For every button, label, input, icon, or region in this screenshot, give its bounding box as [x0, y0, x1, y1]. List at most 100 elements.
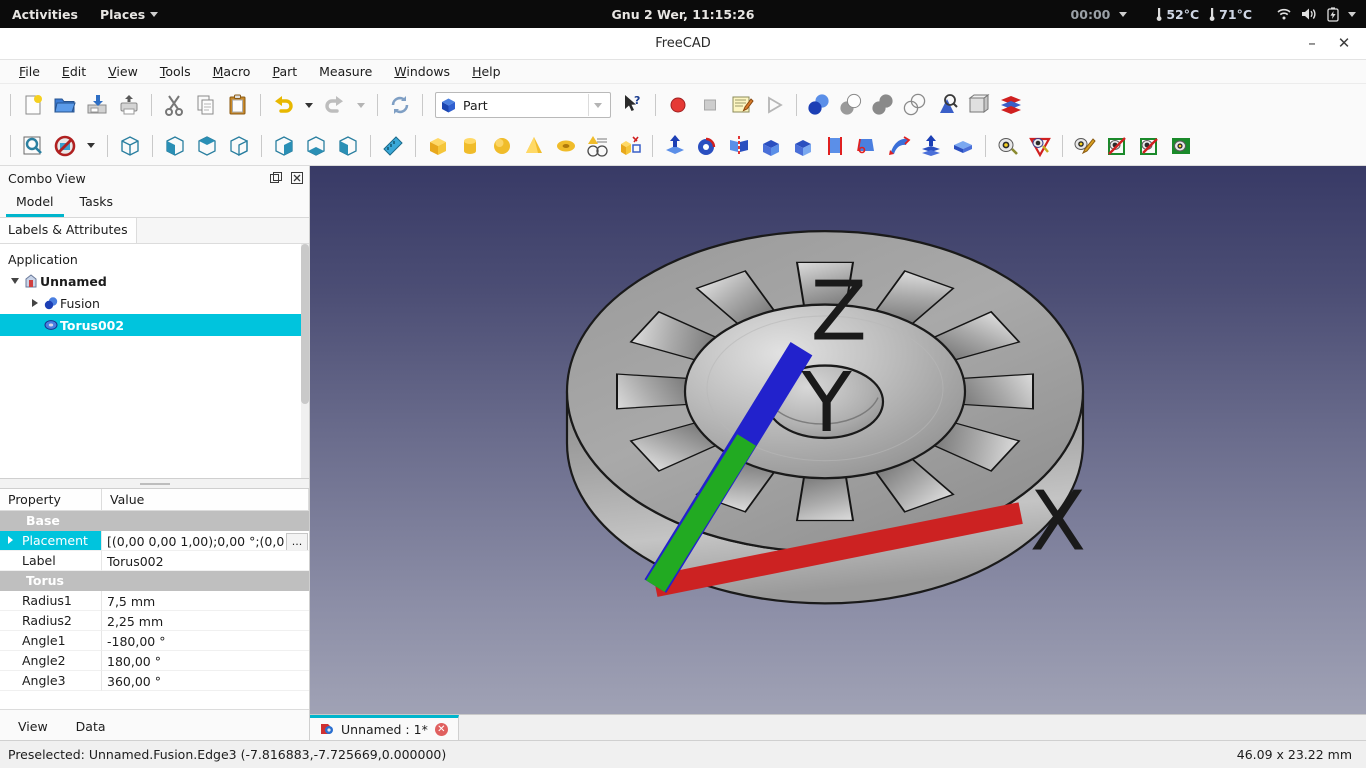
places-menu[interactable]: Places [100, 7, 158, 22]
document-tab-unnamed[interactable]: Unnamed : 1* ✕ [310, 715, 459, 740]
activities-button[interactable]: Activities [12, 7, 78, 22]
tab-view[interactable]: View [4, 715, 62, 740]
close-icon[interactable] [290, 172, 303, 185]
property-row-angle3[interactable]: Angle3 360,00 ° [0, 671, 309, 691]
macro-stop-icon[interactable] [694, 89, 726, 121]
check-geometry-icon[interactable] [931, 89, 963, 121]
chamfer-icon[interactable] [787, 130, 819, 162]
left-view-icon[interactable] [332, 130, 364, 162]
property-value[interactable]: 2,25 mm [102, 611, 309, 631]
new-document-icon[interactable] [17, 89, 49, 121]
tree-scrollbar[interactable] [301, 244, 309, 478]
box-icon[interactable] [422, 130, 454, 162]
boolean-icon[interactable] [803, 89, 835, 121]
extrude-icon[interactable] [659, 130, 691, 162]
chevron-right-icon[interactable] [8, 536, 13, 544]
sphere-icon[interactable] [486, 130, 518, 162]
top-view-icon[interactable] [191, 130, 223, 162]
whats-this-icon[interactable]: ? [617, 89, 649, 121]
cut-icon[interactable] [158, 89, 190, 121]
property-row-radius2[interactable]: Radius2 2,25 mm [0, 611, 309, 631]
print-icon[interactable] [113, 89, 145, 121]
shape-builder-icon[interactable] [614, 130, 646, 162]
texture-icon[interactable] [1165, 130, 1197, 162]
macro-edit-icon[interactable] [726, 89, 758, 121]
property-value[interactable]: 360,00 ° [102, 671, 309, 691]
menu-part[interactable]: Part [261, 62, 308, 81]
chevron-down-icon[interactable] [1348, 12, 1356, 17]
thickness-icon[interactable] [947, 130, 979, 162]
cone-icon[interactable] [518, 130, 550, 162]
cross-sections-icon[interactable] [995, 89, 1027, 121]
tree-item-unnamed[interactable]: Unnamed [0, 270, 309, 292]
section-icon[interactable] [963, 89, 995, 121]
menu-tools[interactable]: Tools [149, 62, 202, 81]
intersection-icon[interactable] [899, 89, 931, 121]
menu-windows[interactable]: Windows [383, 62, 461, 81]
chevron-down-icon[interactable] [8, 278, 22, 284]
menu-help[interactable]: Help [461, 62, 512, 81]
open-document-icon[interactable] [49, 89, 81, 121]
tree-item-fusion[interactable]: Fusion [0, 292, 309, 314]
panel-splitter[interactable] [0, 479, 309, 488]
menu-macro[interactable]: Macro [202, 62, 262, 81]
property-row-angle1[interactable]: Angle1 -180,00 ° [0, 631, 309, 651]
property-value[interactable]: 180,00 ° [102, 651, 309, 671]
cut-boolean-icon[interactable] [835, 89, 867, 121]
property-row-placement[interactable]: Placement [(0,00 0,00 1,00);0,00 °;(0,0 … [0, 531, 309, 551]
undo-icon[interactable] [267, 89, 299, 121]
fillet-icon[interactable] [755, 130, 787, 162]
save-document-icon[interactable] [81, 89, 113, 121]
macro-execute-icon[interactable] [758, 89, 790, 121]
draw-style-icon[interactable] [49, 130, 81, 162]
menu-edit[interactable]: Edit [51, 62, 97, 81]
appearance-icon[interactable] [1069, 130, 1101, 162]
tree-item-torus002[interactable]: Torus002 [0, 314, 309, 336]
macro-record-icon[interactable] [662, 89, 694, 121]
menu-file[interactable]: File [8, 62, 51, 81]
chevron-down-icon[interactable] [1119, 12, 1127, 17]
menu-view[interactable]: View [97, 62, 149, 81]
placement-dialog-button[interactable]: ... [286, 533, 308, 551]
float-icon[interactable] [269, 172, 282, 185]
rear-view-icon[interactable] [268, 130, 300, 162]
undo-dropdown-button[interactable] [299, 89, 319, 121]
redo-dropdown-button[interactable] [351, 89, 371, 121]
tree-item-application[interactable]: Application [0, 248, 309, 270]
torus-icon[interactable] [550, 130, 582, 162]
close-button[interactable]: ✕ [1336, 36, 1352, 52]
workbench-selector[interactable]: Part [435, 92, 611, 118]
measure-icon[interactable] [377, 130, 409, 162]
random-color-icon[interactable] [1101, 130, 1133, 162]
section-cut-icon[interactable] [915, 130, 947, 162]
paste-icon[interactable] [222, 89, 254, 121]
clipping-plane-icon[interactable] [1024, 130, 1056, 162]
property-row-angle2[interactable]: Angle2 180,00 ° [0, 651, 309, 671]
isometric-view-icon[interactable] [114, 130, 146, 162]
menu-measure[interactable]: Measure [308, 62, 383, 81]
cylinder-icon[interactable] [454, 130, 486, 162]
workbench-dropdown-arrow[interactable] [588, 94, 606, 116]
tab-model[interactable]: Model [6, 191, 64, 217]
battery-icon[interactable] [1327, 7, 1339, 22]
bottom-view-icon[interactable] [300, 130, 332, 162]
property-value[interactable]: -180,00 ° [102, 631, 309, 651]
close-icon[interactable]: ✕ [435, 723, 448, 736]
loft-icon[interactable] [851, 130, 883, 162]
copy-icon[interactable] [190, 89, 222, 121]
union-icon[interactable] [867, 89, 899, 121]
3d-viewport[interactable]: X Z Y [310, 166, 1366, 714]
property-value[interactable]: Torus002 [102, 551, 309, 571]
ruled-surface-icon[interactable] [819, 130, 851, 162]
front-view-icon[interactable] [159, 130, 191, 162]
volume-icon[interactable] [1301, 7, 1318, 21]
tab-data[interactable]: Data [62, 715, 120, 740]
property-row-radius1[interactable]: Radius1 7,5 mm [0, 591, 309, 611]
fit-all-icon[interactable] [17, 130, 49, 162]
right-view-icon[interactable] [223, 130, 255, 162]
primitives-icon[interactable] [582, 130, 614, 162]
draw-style-dropdown-button[interactable] [81, 130, 101, 162]
minimize-button[interactable]: – [1304, 36, 1320, 52]
tab-tasks[interactable]: Tasks [70, 191, 124, 217]
chevron-right-icon[interactable] [28, 299, 42, 307]
